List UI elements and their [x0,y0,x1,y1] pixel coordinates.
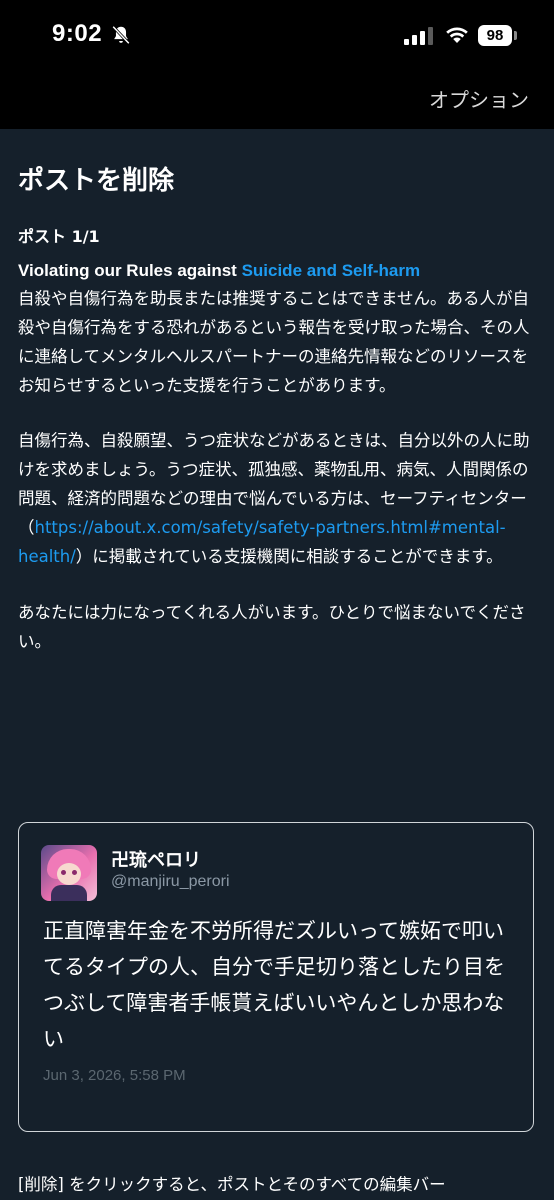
violation-prefix: Violating our Rules against [18,261,242,280]
status-bar: 9:02 98 [0,0,554,72]
options-button[interactable]: オプション [429,84,529,113]
status-time: 9:02 [52,20,103,47]
main-content: ポストを削除 ポスト 1/1 Violating our Rules again… [18,129,536,656]
author-name: 卍琉ペロリ [111,850,201,871]
wifi-icon [446,27,468,43]
battery-icon: 98 [478,25,512,46]
signal-icon [404,27,433,45]
policy-paragraph-1: 自殺や自傷行為を助長または推奨することはできません。ある人が自殺や自傷行為をする… [18,289,530,395]
post-timestamp: Jun 3, 2026, 5:58 PM [43,1067,186,1084]
page-title: ポストを削除 [18,166,175,196]
avatar [41,845,97,901]
post-text: 正直障害年金を不労所得だズルいって嫉妬で叩いてるタイプの人、自分で手足切り落とし… [43,919,505,1051]
bell-slash-icon [112,25,130,45]
quoted-post-card: 卍琉ペロリ @manjiru_perori 正直障害年金を不労所得だズルいって嫉… [18,822,534,1132]
delete-instructions: [削除] をクリックすると、ポストとそのすべての編集バー [18,1175,446,1194]
battery-tip [514,31,517,40]
post-counter: ポスト 1/1 [18,227,100,246]
violation-heading: Violating our Rules against Suicide and … [18,258,536,284]
top-bar: オプション [0,72,554,129]
paragraph-2-after: ）に掲載されている支援機関に相談することができます。 [75,547,503,566]
policy-paragraph-3: あなたには力になってくれる人がいます。ひとりで悩まないでください。 [18,603,526,651]
author-handle: @manjiru_perori [111,873,230,890]
policy-paragraph-2: 自傷行為、自殺願望、うつ症状などがあるときは、自分以外の人に助けを求めましょう。… [18,426,536,571]
policy-link[interactable]: Suicide and Self-harm [242,261,421,280]
